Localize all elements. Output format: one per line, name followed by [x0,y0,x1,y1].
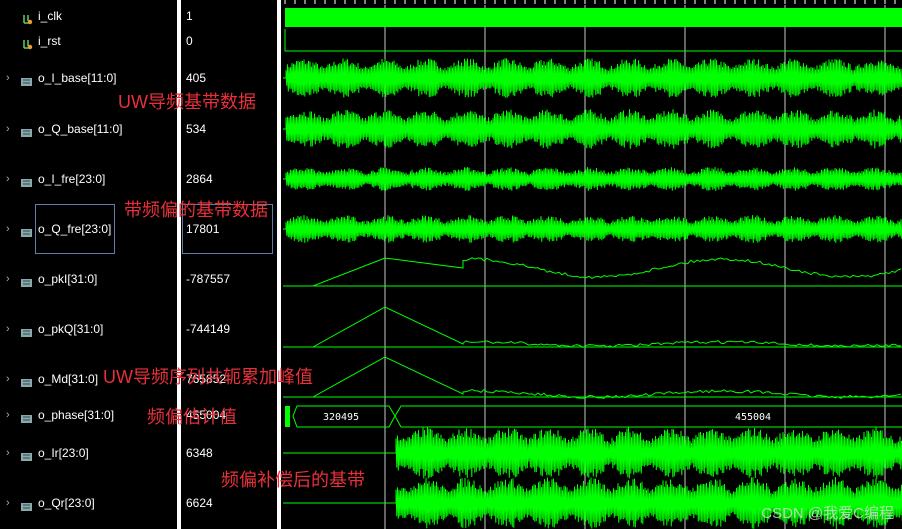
wave-o_I_base [283,58,902,98]
bus-signal-icon [20,498,32,511]
annotation-uw-base: UW导频基带数据 [118,92,256,112]
phase-value-label: 455004 [735,412,771,423]
signal-row[interactable]: › o_I_fre[23:0] [0,169,176,189]
signal-value-panel: 1 0 405 534 2864 17801 -787557 -744149 765852 455… [181,0,277,529]
wave-o_phase [292,405,902,428]
signal-value: 0 [186,34,193,48]
signal-name: i_clk [38,9,63,23]
signal-row[interactable]: i_clk [0,6,176,26]
annotation-with-offset: 带频偏的基带数据 [124,200,268,220]
expand-chevron-icon[interactable]: › [6,169,10,189]
panel-divider[interactable] [277,0,281,529]
signal-row[interactable]: i_rst [0,31,176,51]
waveform-area[interactable]: 320495 455004 [283,0,902,529]
annotation-estimate: 频偏估计值 [147,407,237,427]
bus-signal-icon [20,124,32,137]
bus-signal-icon [20,224,32,237]
expand-chevron-icon[interactable]: › [6,269,10,289]
wave-o_pkI [283,257,902,287]
signal-name: o_Md[31:0] [38,372,99,386]
watermark: CSDN @我爱C编程 [761,505,894,522]
signal-row[interactable]: › o_pkI[31:0] [0,269,176,289]
signal-name: o_phase[31:0] [38,408,115,422]
expand-chevron-icon[interactable]: › [6,443,10,463]
phase-value-label: 320495 [323,412,359,423]
bus-signal-icon [20,410,32,423]
expand-chevron-icon[interactable]: › [6,219,10,239]
bus-signal-icon [20,274,32,287]
signal-value: 2864 [186,172,213,186]
expand-chevron-icon[interactable]: › [6,405,10,425]
signal-name: o_pkQ[31:0] [38,322,104,336]
signal-name: o_I_base[11:0] [38,71,117,85]
signal-name-panel: i_clk i_rst › o_I_base[11:0] › o_Q_base[11:0]… [0,0,176,529]
bus-signal-icon [20,73,32,86]
rst-wave [284,29,902,52]
annotation-compensated: 频偏补偿后的基带 [221,470,365,490]
signal-value: 6348 [186,446,213,460]
expand-chevron-icon[interactable]: › [6,493,10,513]
expand-chevron-icon[interactable]: › [6,369,10,389]
signal-name: o_Ir[23:0] [38,446,89,460]
signal-value: 534 [186,122,207,136]
signal-name: o_pkI[31:0] [38,272,98,286]
bit-signal-icon [22,36,33,50]
wave-o_Md [283,356,902,399]
wave-o_Ir [283,427,902,479]
signal-value: 1 [186,9,193,23]
signal-name: o_I_fre[23:0] [38,172,106,186]
bus-signal-icon [20,324,32,337]
signal-name: o_Qr[23:0] [38,496,95,510]
signal-row[interactable]: › o_pkQ[31:0] [0,319,176,339]
signal-row[interactable]: › o_Qr[23:0] [0,493,176,513]
signal-row[interactable]: › o_I_base[11:0] [0,68,176,88]
bus-signal-icon [20,448,32,461]
signal-name: i_rst [38,34,61,48]
wave-o_pkQ [283,306,902,348]
expand-chevron-icon[interactable]: › [6,119,10,139]
expand-chevron-icon[interactable]: › [6,68,10,88]
signal-value: 405 [186,71,207,85]
signal-row[interactable]: › o_Ir[23:0] [0,443,176,463]
annotation-peak: UW导频序列共轭累加峰值 [103,367,313,387]
wave-o_Q_base [283,109,902,149]
clk-wave [285,8,902,27]
wave-o_Q_fre [283,215,902,243]
signal-name: o_Q_base[11:0] [38,122,123,136]
bus-signal-icon [20,374,32,387]
wave-o_I_fre [283,167,902,191]
bit-signal-icon [22,11,33,25]
time-ruler [283,0,902,5]
bus-signal-icon [20,174,32,187]
signal-value: -787557 [186,272,231,286]
selection-box [35,204,115,254]
expand-chevron-icon[interactable]: › [6,319,10,339]
signal-value: 6624 [186,496,213,510]
signal-row[interactable]: › o_Q_base[11:0] [0,119,176,139]
signal-value: -744149 [186,322,231,336]
phase-transition [285,406,290,427]
